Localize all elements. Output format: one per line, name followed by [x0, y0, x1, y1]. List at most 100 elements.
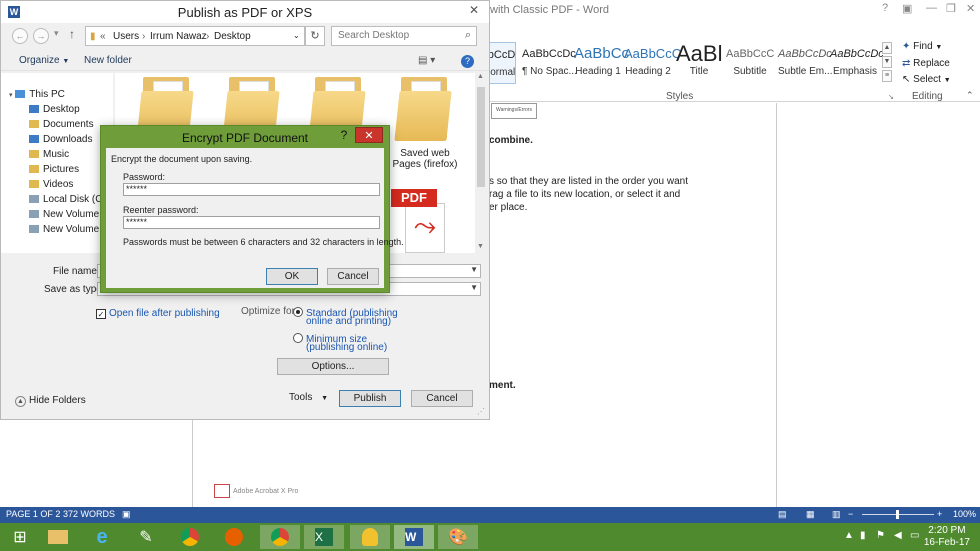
help-icon[interactable]: ? — [338, 128, 350, 142]
close-icon[interactable]: ✕ — [463, 3, 485, 19]
reenter-password-input[interactable]: ****** — [123, 216, 380, 229]
nav-downloads[interactable]: Downloads — [29, 134, 92, 145]
acrobat-icon — [214, 484, 230, 498]
options-button[interactable]: Options... — [277, 358, 389, 375]
tray-flag-icon[interactable]: ⚑ — [876, 530, 885, 541]
nav-videos[interactable]: Videos — [29, 179, 73, 190]
back-icon[interactable]: ← — [12, 28, 28, 44]
up-arrow-icon[interactable]: ↑ — [69, 27, 75, 41]
style-normal[interactable]: AaBbCcDc Normal — [488, 42, 516, 84]
styles-scroll-down-icon[interactable]: ▼ — [882, 56, 892, 68]
help-icon[interactable]: ? — [461, 55, 474, 68]
styles-group-label: Styles — [666, 91, 694, 102]
documents-icon — [29, 120, 39, 129]
replace-button[interactable]: ⇄ Replace — [902, 58, 950, 69]
print-layout-icon[interactable]: ▦ — [806, 509, 815, 520]
tray-battery-icon[interactable]: ▭ — [910, 530, 919, 541]
nav-pictures[interactable]: Pictures — [29, 164, 79, 175]
organize-button[interactable]: Organize ▼ — [19, 55, 69, 66]
hide-folders-toggle[interactable]: ▲ Hide Folders — [15, 395, 86, 407]
help-icon[interactable]: ? — [882, 2, 888, 14]
style-subtitle[interactable]: AaBbCcC Subtitle — [726, 42, 774, 84]
breadcrumb-users[interactable]: Users — [113, 31, 139, 42]
refresh-icon[interactable]: ↻ — [305, 26, 325, 46]
address-dropdown-icon[interactable]: ⌄ — [293, 31, 300, 40]
drive-icon — [29, 210, 39, 219]
ribbon-display-icon[interactable]: ▣ — [902, 2, 912, 15]
new-folder-button[interactable]: New folder — [84, 55, 132, 66]
paint-palette-icon[interactable]: 🎨 — [438, 525, 478, 549]
breadcrumb-user[interactable]: Irrum Nawaz — [150, 31, 207, 42]
breadcrumb-desktop[interactable]: Desktop — [214, 31, 251, 42]
ok-button[interactable]: OK — [266, 268, 318, 285]
style-emphasis[interactable]: AaBbCcDc Emphasis — [830, 42, 884, 84]
firefox-icon[interactable] — [214, 525, 254, 549]
close-icon[interactable]: ✕ — [966, 2, 975, 15]
select-button[interactable]: ↖ Select ▼ — [902, 74, 951, 85]
drive-icon — [29, 225, 39, 234]
close-icon[interactable]: ✕ — [355, 127, 383, 143]
zoom-slider-thumb[interactable] — [896, 510, 899, 519]
chrome-window-icon[interactable] — [260, 525, 300, 549]
nav-this-pc[interactable]: ▾ This PC — [9, 89, 65, 100]
cancel-button[interactable]: Cancel — [327, 268, 379, 285]
internet-explorer-icon[interactable]: e — [82, 525, 122, 549]
zoom-in-icon[interactable]: + — [937, 509, 942, 519]
tray-chevron-icon[interactable]: ▲ — [844, 530, 854, 541]
nav-local-disk[interactable]: Local Disk (C:) — [29, 194, 109, 205]
chrome-icon[interactable] — [170, 525, 210, 549]
page-count[interactable]: PAGE 1 OF 2 — [6, 509, 60, 519]
restore-icon[interactable]: ❐ — [946, 2, 956, 15]
word-icon[interactable]: W — [394, 525, 434, 549]
tray-volume-icon[interactable]: ◀ — [894, 530, 902, 541]
doc-heading: combine. — [489, 135, 533, 146]
web-layout-icon[interactable]: ▥ — [832, 509, 841, 520]
style-heading-1[interactable]: AaBbCc Heading 1 — [574, 42, 629, 84]
zoom-level[interactable]: 100% — [953, 509, 976, 519]
publish-button[interactable]: Publish — [339, 390, 401, 407]
styles-more-icon[interactable]: ≡ — [882, 70, 892, 82]
styles-scroll-up-icon[interactable]: ▲ — [882, 42, 892, 54]
nav-music[interactable]: Music — [29, 149, 69, 160]
read-mode-icon[interactable]: ▤ — [778, 509, 787, 520]
scroll-down-icon[interactable]: ▼ — [477, 243, 484, 250]
nav-documents[interactable]: Documents — [29, 119, 94, 130]
recent-locations-icon[interactable]: ▾ — [54, 28, 59, 39]
address-bar[interactable]: ▮ « Users › Irrum Nawaz › Desktop ⌄ — [85, 26, 305, 46]
style-heading-2[interactable]: AaBbCcC Heading 2 — [624, 42, 681, 84]
tips-icon[interactable] — [350, 525, 390, 549]
folder-saved-web-pages[interactable] — [394, 77, 455, 143]
search-input[interactable]: Search Desktop ⌕ — [331, 26, 477, 46]
nav-desktop[interactable]: Desktop — [29, 104, 80, 115]
style-title[interactable]: AaBl Title — [676, 42, 722, 84]
document-margin — [777, 103, 980, 507]
tools-menu[interactable]: Tools ▼ — [289, 392, 328, 403]
windows-start-icon[interactable]: ⊞ — [0, 525, 40, 549]
password-label: Password: — [123, 172, 166, 182]
file-explorer-icon[interactable] — [38, 525, 78, 549]
excel-icon[interactable]: X — [304, 525, 344, 549]
style-no-spacing[interactable]: AaBbCcDc ¶ No Spac... — [522, 42, 577, 84]
file-name-label: File name: — [53, 266, 100, 277]
tray-network-icon[interactable]: ▮ — [860, 530, 866, 541]
checkbox-checked-icon[interactable]: ✓ — [96, 309, 106, 319]
scroll-up-icon[interactable]: ▲ — [477, 73, 484, 80]
paint-icon[interactable]: ✎ — [126, 525, 166, 549]
proofing-icon[interactable]: ▣ — [122, 509, 131, 520]
view-options-icon[interactable]: ▤ ▾ — [418, 55, 435, 66]
file-list-scrollbar[interactable]: ▲ ▼ — [475, 73, 487, 255]
styles-launcher-icon[interactable]: ↘ — [888, 93, 894, 101]
cancel-button[interactable]: Cancel — [411, 390, 473, 407]
taskbar-clock[interactable]: 2:20 PM 16-Feb-17 — [924, 525, 970, 549]
minimize-icon[interactable]: — — [926, 2, 937, 14]
collapse-ribbon-icon[interactable]: ⌃ — [966, 90, 974, 101]
encrypt-dialog-body: Encrypt the document upon saving. Passwo… — [106, 148, 404, 288]
zoom-out-icon[interactable]: − — [848, 509, 853, 519]
resize-grip-icon[interactable]: ⋰ — [477, 407, 485, 416]
find-button[interactable]: ✦ Find ▼ — [902, 41, 942, 52]
word-count[interactable]: 372 WORDS — [63, 509, 115, 519]
forward-icon[interactable]: → — [33, 28, 49, 44]
password-input[interactable]: ****** — [123, 183, 380, 196]
open-after-publishing-checkbox[interactable]: ✓ Open file after publishing — [96, 305, 220, 319]
style-subtle-emphasis[interactable]: AaBbCcDc Subtle Em... — [778, 42, 832, 84]
